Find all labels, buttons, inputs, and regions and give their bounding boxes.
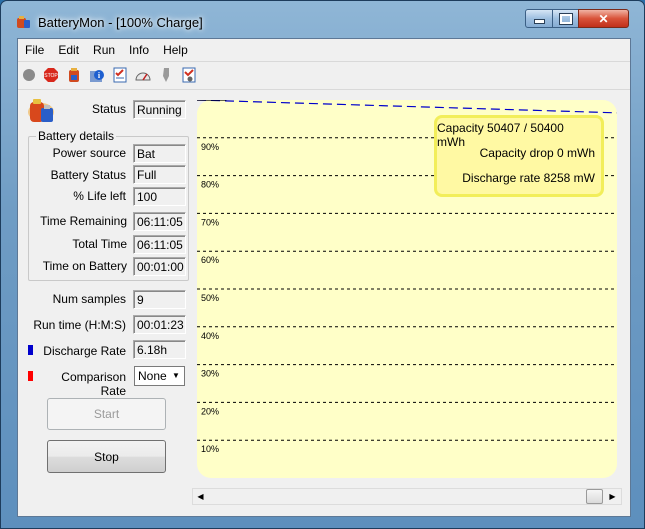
menu-help[interactable]: Help <box>156 43 195 57</box>
info-icon: i <box>90 70 104 82</box>
menu-info[interactable]: Info <box>122 43 156 57</box>
y-tick-label-2: 70% <box>201 217 219 227</box>
y-tick-label-6: 30% <box>201 369 219 379</box>
horizontal-scrollbar[interactable]: ◀ ▶ <box>192 488 622 505</box>
record-icon <box>23 69 35 81</box>
client-area: File Edit Run Info Help STOP i Status Ru… <box>17 38 631 517</box>
life-left-label: % Life left <box>73 189 126 203</box>
menu-run[interactable]: Run <box>86 43 122 57</box>
comparison-rate-label: Comparison Rate <box>61 370 126 398</box>
close-button[interactable]: ✕ <box>578 9 629 28</box>
stop-button[interactable]: Stop <box>47 440 166 473</box>
maximize-button[interactable] <box>552 9 579 28</box>
y-tick-label-8: 10% <box>201 444 219 454</box>
settings-button[interactable] <box>180 66 198 84</box>
maximize-icon <box>558 12 573 25</box>
gauge-icon <box>135 72 151 81</box>
app-window: BatteryMon - [100% Charge] ✕ File Edit R… <box>0 0 645 529</box>
run-time-field: 00:01:23 <box>133 315 186 334</box>
scroll-left-icon[interactable]: ◀ <box>193 489 208 504</box>
battery-logo-icon <box>28 99 54 122</box>
capacity-drop-annotation: Capacity drop 0 mWh <box>479 146 595 160</box>
info-button[interactable]: i <box>88 66 106 84</box>
time-on-battery-field: 00:01:00 <box>133 257 186 276</box>
status-label: Status <box>91 102 126 116</box>
total-time-label: Total Time <box>72 237 127 251</box>
battery-status-field: Full <box>133 165 186 184</box>
run-time-label: Run time (H:M:S) <box>33 318 126 332</box>
battery-button[interactable] <box>65 66 83 84</box>
num-samples-field: 9 <box>133 290 186 309</box>
menu-file[interactable]: File <box>18 43 51 57</box>
checklist-button[interactable] <box>111 66 129 84</box>
chart-info-box: Capacity 50407 / 50400 mWh Capacity drop… <box>434 115 604 197</box>
checklist-icon <box>113 67 127 83</box>
menu-edit[interactable]: Edit <box>51 43 86 57</box>
life-left-field: 100 <box>133 187 186 206</box>
power-source-field: Bat <box>133 144 186 163</box>
discharge-rate-swatch <box>28 345 33 355</box>
minimize-icon <box>533 19 545 24</box>
app-battery-icon <box>17 16 30 28</box>
discharge-rate-annotation: Discharge rate 8258 mW <box>462 171 595 185</box>
y-tick-label-0: 90% <box>201 142 219 152</box>
svg-text:STOP: STOP <box>44 73 58 79</box>
y-tick-label-4: 50% <box>201 293 219 303</box>
start-button[interactable]: Start <box>47 398 166 430</box>
capacity-annotation: Capacity 50407 / 50400 mWh <box>437 121 564 149</box>
record-button[interactable] <box>20 66 38 84</box>
menu-bar: File Edit Run Info Help <box>18 39 630 60</box>
stop-icon: STOP <box>44 68 58 82</box>
time-on-battery-label: Time on Battery <box>42 259 127 273</box>
tool-icon <box>163 68 169 82</box>
num-samples-label: Num samples <box>52 292 126 306</box>
minimize-button[interactable] <box>525 9 553 28</box>
discharge-rate-field: 6.18h <box>133 340 186 359</box>
battery-details-title: Battery details <box>36 129 117 143</box>
gauge-button[interactable] <box>134 66 152 84</box>
y-tick-label-5: 40% <box>201 331 219 341</box>
comparison-rate-value: None <box>138 369 167 383</box>
window-title: BatteryMon - [100% Charge] <box>38 15 203 30</box>
comparison-rate-select[interactable]: None ▼ <box>134 366 185 386</box>
y-tick-label-3: 60% <box>201 255 219 265</box>
stop-toolbar-button[interactable]: STOP <box>42 66 60 84</box>
title-bar[interactable]: BatteryMon - [100% Charge] ✕ <box>1 1 644 37</box>
power-source-label: Power source <box>52 146 126 160</box>
tool-button[interactable] <box>157 66 175 84</box>
chevron-down-icon: ▼ <box>172 371 180 380</box>
y-tick-label-1: 80% <box>201 180 219 190</box>
time-remaining-field: 06:11:05 <box>133 212 186 231</box>
close-icon: ✕ <box>598 11 609 26</box>
total-time-field: 06:11:05 <box>133 235 186 254</box>
time-remaining-label: Time Remaining <box>40 214 127 228</box>
status-field: Running <box>133 100 186 119</box>
comparison-rate-swatch <box>28 371 33 381</box>
battery-icon <box>69 68 79 82</box>
toolbar: STOP i <box>18 61 630 90</box>
y-tick-label-7: 20% <box>201 406 219 416</box>
scroll-thumb[interactable] <box>586 489 603 504</box>
settings-icon <box>182 67 196 83</box>
discharge-rate-label: Discharge Rate <box>43 344 126 358</box>
scroll-right-icon[interactable]: ▶ <box>605 489 620 504</box>
battery-status-label: Battery Status <box>50 168 126 182</box>
